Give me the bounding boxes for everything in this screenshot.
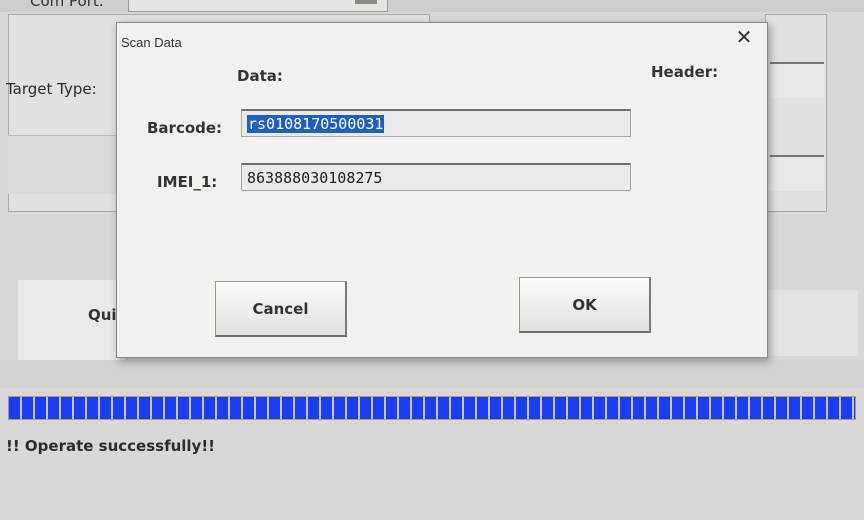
imei-field[interactable]: 863888030108275 <box>241 163 631 191</box>
header-heading: Header: <box>651 63 719 81</box>
progress-bar <box>8 396 856 420</box>
imei-value: 863888030108275 <box>247 169 383 187</box>
dialog-title: Scan Data <box>121 35 182 50</box>
header-input-1[interactable] <box>770 62 824 98</box>
app-right-button[interactable] <box>767 290 858 356</box>
progress-fill <box>9 397 855 419</box>
header-input-2[interactable] <box>770 155 824 191</box>
close-icon[interactable]: ✕ <box>731 26 757 48</box>
target-type-label: Target Type: <box>6 80 97 98</box>
app-separator <box>0 360 864 388</box>
com-port-label: Com Port: <box>30 0 104 10</box>
barcode-value: rs0108170500031 <box>247 115 385 133</box>
imei-label: IMEI_1: <box>157 173 218 191</box>
com-port-select[interactable] <box>128 0 388 12</box>
target-type-area <box>8 135 128 194</box>
ok-button[interactable]: OK <box>519 277 651 333</box>
status-text: !! Operate successfully!! <box>6 437 216 455</box>
barcode-label: Barcode: <box>147 119 223 137</box>
cancel-button[interactable]: Cancel <box>215 281 347 337</box>
data-heading: Data: <box>237 67 283 85</box>
barcode-field[interactable]: rs0108170500031 <box>241 109 631 137</box>
scan-data-dialog: Scan Data ✕ Data: Header: Barcode: rs010… <box>116 22 768 358</box>
combo-arrow-icon <box>355 0 377 4</box>
